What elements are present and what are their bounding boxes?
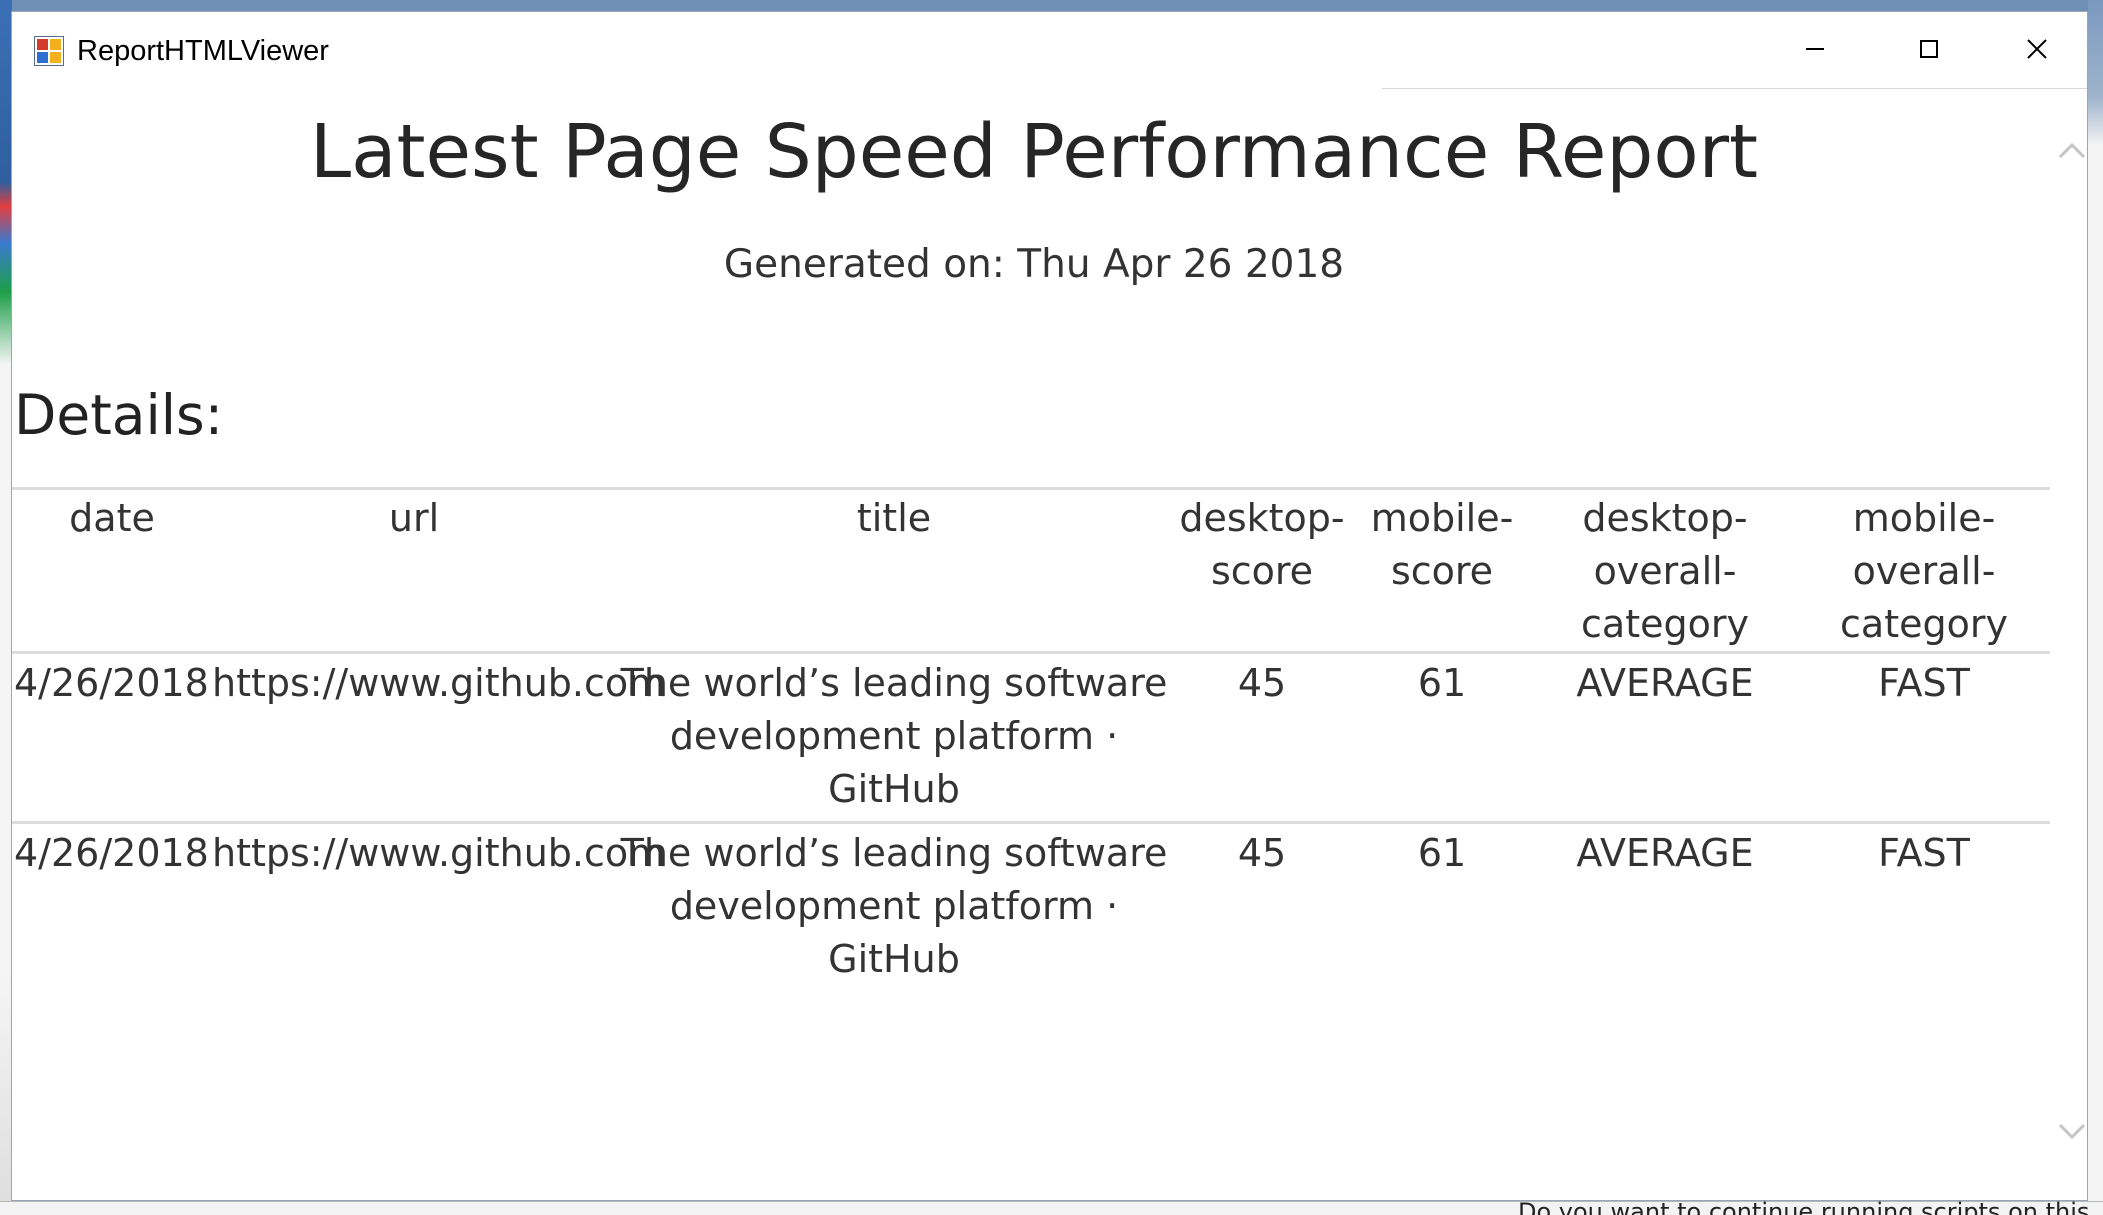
title-bar[interactable]: ReportHTMLViewer [12, 12, 2087, 90]
close-button[interactable] [1986, 12, 2087, 90]
column-header-desktop-score: desktop-score [1179, 496, 1345, 593]
cell-title: The world’s leading software development… [620, 661, 1168, 811]
minimize-button[interactable] [1758, 12, 1872, 90]
details-table-container: date url title desktop-score mobile-scor… [12, 487, 2050, 991]
scroll-up-button[interactable] [2056, 130, 2087, 174]
title-bar-divider [1382, 88, 2087, 89]
cell-desktop-score: 45 [1237, 831, 1287, 875]
desktop-background-right [2088, 0, 2103, 1215]
cell-url: https://www.github.com [212, 831, 666, 875]
cell-date: 4/26/2018 [14, 831, 209, 875]
chevron-down-icon [2058, 1123, 2086, 1145]
cell-mobile-category: FAST [1878, 831, 1970, 875]
cell-title: The world’s leading software development… [620, 831, 1168, 981]
cell-mobile-score: 61 [1417, 831, 1467, 875]
column-header-date: date [69, 496, 155, 540]
maximize-icon [1919, 39, 1939, 63]
cell-desktop-score: 45 [1237, 661, 1287, 705]
generated-date: Generated on: Thu Apr 26 2018 [723, 242, 1345, 287]
column-header-url: url [388, 496, 440, 540]
window-title: ReportHTMLViewer [77, 35, 329, 67]
cell-mobile-category: FAST [1878, 661, 1970, 705]
close-icon [2026, 38, 2048, 64]
column-header-title: title [856, 496, 932, 540]
details-table: date url title desktop-score mobile-scor… [12, 487, 2050, 991]
cell-url: https://www.github.com [212, 661, 666, 705]
report-viewer-window: ReportHTMLViewer Latest Page Speed Perfo… [11, 11, 2088, 1201]
cell-date: 4/26/2018 [14, 661, 209, 705]
vertical-scrollbar[interactable] [2056, 90, 2087, 1200]
maximize-button[interactable] [1872, 12, 1986, 90]
column-header-mobile-score: mobile-score [1370, 496, 1514, 593]
minimize-icon [1805, 39, 1825, 63]
column-header-mobile-overall-category: mobile-overall-category [1840, 496, 2008, 646]
cell-desktop-category: AVERAGE [1576, 831, 1754, 875]
table-header-row: date url title desktop-score mobile-scor… [12, 488, 2050, 653]
table-row: 4/26/2018 https://www.github.com The wor… [12, 823, 2050, 992]
table-row: 4/26/2018 https://www.github.com The wor… [12, 653, 2050, 823]
app-window-icon [33, 35, 65, 67]
report-title: Latest Page Speed Performance Report [309, 109, 1759, 195]
chevron-up-icon [2058, 141, 2086, 163]
report-content[interactable]: Latest Page Speed Performance Report Gen… [12, 90, 2056, 1200]
details-heading: Details: [14, 383, 224, 447]
cell-mobile-score: 61 [1417, 661, 1467, 705]
scroll-down-button[interactable] [2056, 1112, 2087, 1156]
column-header-desktop-overall-category: desktop-overall-category [1581, 496, 1749, 646]
cell-desktop-category: AVERAGE [1576, 661, 1754, 705]
